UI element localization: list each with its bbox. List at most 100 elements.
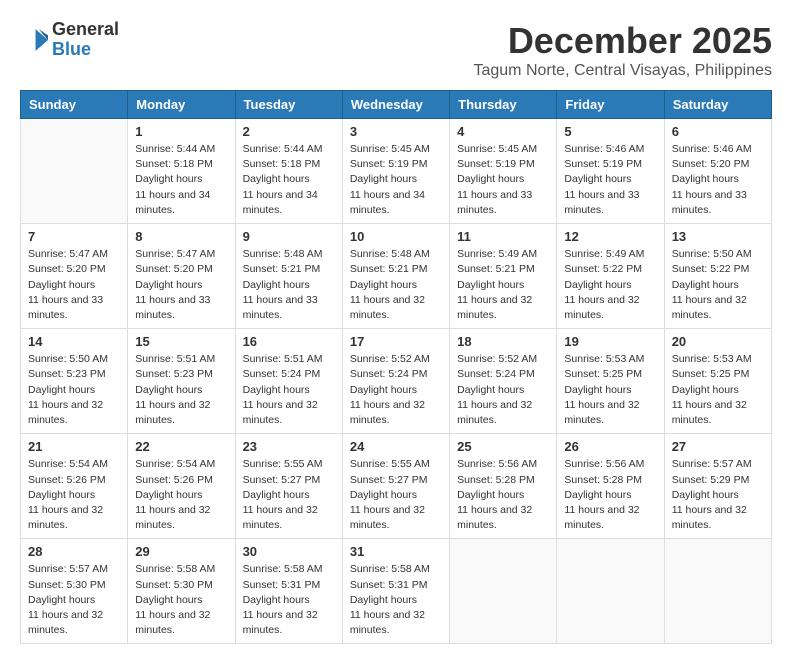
- day-info: Sunrise: 5:48 AM Sunset: 5:21 PM Dayligh…: [243, 247, 335, 323]
- day-info: Sunrise: 5:54 AM Sunset: 5:26 PM Dayligh…: [28, 457, 120, 533]
- day-number: 1: [135, 124, 227, 139]
- calendar-cell: 23 Sunrise: 5:55 AM Sunset: 5:27 PM Dayl…: [235, 434, 342, 539]
- calendar-cell: 13 Sunrise: 5:50 AM Sunset: 5:22 PM Dayl…: [664, 224, 771, 329]
- day-info: Sunrise: 5:46 AM Sunset: 5:20 PM Dayligh…: [672, 142, 764, 218]
- day-info: Sunrise: 5:54 AM Sunset: 5:26 PM Dayligh…: [135, 457, 227, 533]
- calendar-cell: 11 Sunrise: 5:49 AM Sunset: 5:21 PM Dayl…: [450, 224, 557, 329]
- calendar-cell: [450, 539, 557, 644]
- calendar-cell: 4 Sunrise: 5:45 AM Sunset: 5:19 PM Dayli…: [450, 119, 557, 224]
- day-number: 20: [672, 334, 764, 349]
- day-info: Sunrise: 5:53 AM Sunset: 5:25 PM Dayligh…: [672, 352, 764, 428]
- day-info: Sunrise: 5:48 AM Sunset: 5:21 PM Dayligh…: [350, 247, 442, 323]
- calendar-cell: 25 Sunrise: 5:56 AM Sunset: 5:28 PM Dayl…: [450, 434, 557, 539]
- col-friday: Friday: [557, 91, 664, 119]
- calendar-cell: 9 Sunrise: 5:48 AM Sunset: 5:21 PM Dayli…: [235, 224, 342, 329]
- calendar-cell: 7 Sunrise: 5:47 AM Sunset: 5:20 PM Dayli…: [21, 224, 128, 329]
- calendar-cell: 31 Sunrise: 5:58 AM Sunset: 5:31 PM Dayl…: [342, 539, 449, 644]
- day-info: Sunrise: 5:51 AM Sunset: 5:23 PM Dayligh…: [135, 352, 227, 428]
- day-number: 2: [243, 124, 335, 139]
- calendar-cell: 8 Sunrise: 5:47 AM Sunset: 5:20 PM Dayli…: [128, 224, 235, 329]
- calendar-cell: 14 Sunrise: 5:50 AM Sunset: 5:23 PM Dayl…: [21, 329, 128, 434]
- day-info: Sunrise: 5:44 AM Sunset: 5:18 PM Dayligh…: [243, 142, 335, 218]
- calendar-cell: 21 Sunrise: 5:54 AM Sunset: 5:26 PM Dayl…: [21, 434, 128, 539]
- week-row-3: 14 Sunrise: 5:50 AM Sunset: 5:23 PM Dayl…: [21, 329, 772, 434]
- day-number: 8: [135, 229, 227, 244]
- day-number: 13: [672, 229, 764, 244]
- day-info: Sunrise: 5:45 AM Sunset: 5:19 PM Dayligh…: [457, 142, 549, 218]
- day-info: Sunrise: 5:55 AM Sunset: 5:27 PM Dayligh…: [350, 457, 442, 533]
- month-title: December 2025: [473, 20, 772, 62]
- day-number: 24: [350, 439, 442, 454]
- day-number: 16: [243, 334, 335, 349]
- day-number: 30: [243, 544, 335, 559]
- calendar-cell: 16 Sunrise: 5:51 AM Sunset: 5:24 PM Dayl…: [235, 329, 342, 434]
- col-monday: Monday: [128, 91, 235, 119]
- day-info: Sunrise: 5:58 AM Sunset: 5:31 PM Dayligh…: [243, 562, 335, 638]
- day-number: 31: [350, 544, 442, 559]
- day-info: Sunrise: 5:56 AM Sunset: 5:28 PM Dayligh…: [564, 457, 656, 533]
- title-block: December 2025 Tagum Norte, Central Visay…: [473, 20, 772, 80]
- calendar-cell: 5 Sunrise: 5:46 AM Sunset: 5:19 PM Dayli…: [557, 119, 664, 224]
- calendar-cell: 24 Sunrise: 5:55 AM Sunset: 5:27 PM Dayl…: [342, 434, 449, 539]
- calendar-cell: 26 Sunrise: 5:56 AM Sunset: 5:28 PM Dayl…: [557, 434, 664, 539]
- day-number: 4: [457, 124, 549, 139]
- week-row-1: 1 Sunrise: 5:44 AM Sunset: 5:18 PM Dayli…: [21, 119, 772, 224]
- day-info: Sunrise: 5:53 AM Sunset: 5:25 PM Dayligh…: [564, 352, 656, 428]
- day-number: 10: [350, 229, 442, 244]
- logo-blue-text: Blue: [52, 39, 91, 59]
- week-row-4: 21 Sunrise: 5:54 AM Sunset: 5:26 PM Dayl…: [21, 434, 772, 539]
- calendar-cell: 6 Sunrise: 5:46 AM Sunset: 5:20 PM Dayli…: [664, 119, 771, 224]
- day-info: Sunrise: 5:49 AM Sunset: 5:22 PM Dayligh…: [564, 247, 656, 323]
- logo-icon: [20, 26, 48, 54]
- day-info: Sunrise: 5:49 AM Sunset: 5:21 PM Dayligh…: [457, 247, 549, 323]
- day-number: 11: [457, 229, 549, 244]
- day-info: Sunrise: 5:44 AM Sunset: 5:18 PM Dayligh…: [135, 142, 227, 218]
- day-number: 26: [564, 439, 656, 454]
- calendar-cell: 15 Sunrise: 5:51 AM Sunset: 5:23 PM Dayl…: [128, 329, 235, 434]
- calendar-cell: 19 Sunrise: 5:53 AM Sunset: 5:25 PM Dayl…: [557, 329, 664, 434]
- calendar-cell: 27 Sunrise: 5:57 AM Sunset: 5:29 PM Dayl…: [664, 434, 771, 539]
- day-number: 6: [672, 124, 764, 139]
- day-number: 14: [28, 334, 120, 349]
- calendar-cell: 22 Sunrise: 5:54 AM Sunset: 5:26 PM Dayl…: [128, 434, 235, 539]
- day-info: Sunrise: 5:47 AM Sunset: 5:20 PM Dayligh…: [28, 247, 120, 323]
- day-number: 19: [564, 334, 656, 349]
- day-number: 12: [564, 229, 656, 244]
- day-number: 3: [350, 124, 442, 139]
- calendar-cell: 10 Sunrise: 5:48 AM Sunset: 5:21 PM Dayl…: [342, 224, 449, 329]
- day-number: 22: [135, 439, 227, 454]
- day-number: 9: [243, 229, 335, 244]
- calendar-header-row: Sunday Monday Tuesday Wednesday Thursday…: [21, 91, 772, 119]
- day-info: Sunrise: 5:58 AM Sunset: 5:30 PM Dayligh…: [135, 562, 227, 638]
- calendar-cell: 30 Sunrise: 5:58 AM Sunset: 5:31 PM Dayl…: [235, 539, 342, 644]
- page-header: General Blue December 2025 Tagum Norte, …: [20, 20, 772, 80]
- day-number: 27: [672, 439, 764, 454]
- day-number: 5: [564, 124, 656, 139]
- calendar-cell: 29 Sunrise: 5:58 AM Sunset: 5:30 PM Dayl…: [128, 539, 235, 644]
- logo: General Blue: [20, 20, 119, 60]
- day-info: Sunrise: 5:52 AM Sunset: 5:24 PM Dayligh…: [457, 352, 549, 428]
- day-info: Sunrise: 5:55 AM Sunset: 5:27 PM Dayligh…: [243, 457, 335, 533]
- day-number: 21: [28, 439, 120, 454]
- day-info: Sunrise: 5:51 AM Sunset: 5:24 PM Dayligh…: [243, 352, 335, 428]
- calendar-cell: 18 Sunrise: 5:52 AM Sunset: 5:24 PM Dayl…: [450, 329, 557, 434]
- day-info: Sunrise: 5:50 AM Sunset: 5:22 PM Dayligh…: [672, 247, 764, 323]
- day-info: Sunrise: 5:57 AM Sunset: 5:29 PM Dayligh…: [672, 457, 764, 533]
- day-info: Sunrise: 5:57 AM Sunset: 5:30 PM Dayligh…: [28, 562, 120, 638]
- day-info: Sunrise: 5:46 AM Sunset: 5:19 PM Dayligh…: [564, 142, 656, 218]
- calendar-cell: [557, 539, 664, 644]
- day-number: 17: [350, 334, 442, 349]
- col-thursday: Thursday: [450, 91, 557, 119]
- week-row-5: 28 Sunrise: 5:57 AM Sunset: 5:30 PM Dayl…: [21, 539, 772, 644]
- day-info: Sunrise: 5:56 AM Sunset: 5:28 PM Dayligh…: [457, 457, 549, 533]
- day-info: Sunrise: 5:45 AM Sunset: 5:19 PM Dayligh…: [350, 142, 442, 218]
- calendar-cell: 12 Sunrise: 5:49 AM Sunset: 5:22 PM Dayl…: [557, 224, 664, 329]
- calendar-cell: 2 Sunrise: 5:44 AM Sunset: 5:18 PM Dayli…: [235, 119, 342, 224]
- calendar-cell: 20 Sunrise: 5:53 AM Sunset: 5:25 PM Dayl…: [664, 329, 771, 434]
- day-number: 23: [243, 439, 335, 454]
- day-number: 28: [28, 544, 120, 559]
- logo-general-text: General: [52, 19, 119, 39]
- day-number: 25: [457, 439, 549, 454]
- calendar-cell: 28 Sunrise: 5:57 AM Sunset: 5:30 PM Dayl…: [21, 539, 128, 644]
- calendar-cell: [664, 539, 771, 644]
